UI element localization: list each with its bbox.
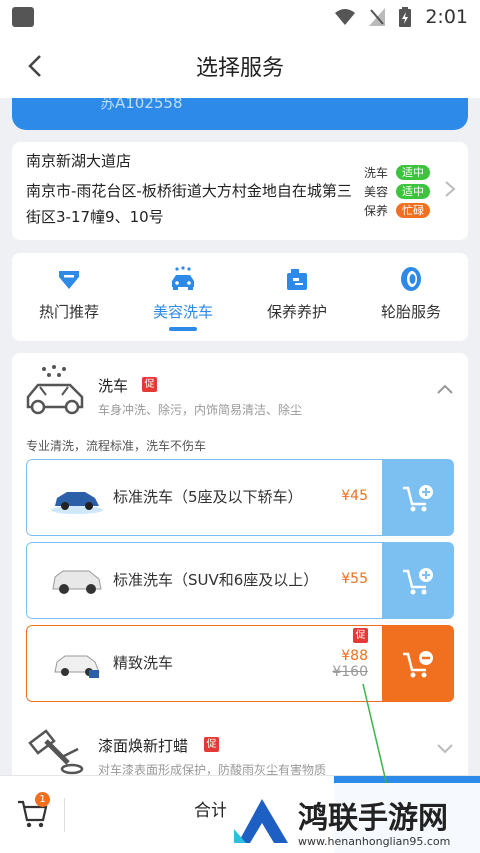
remove-from-cart-button[interactable] xyxy=(382,625,454,702)
service-item-body: 标准洗车（SUV和6座及以上） ¥55 xyxy=(26,542,382,619)
chevron-down-icon[interactable] xyxy=(436,743,454,755)
status-badge: 忙碌 xyxy=(396,203,430,218)
promo-badge: 促 xyxy=(204,737,219,752)
store-status-list: 洗车 适中 美容 适中 保养 忙碌 xyxy=(364,164,430,221)
divider xyxy=(64,798,65,832)
tab-active-indicator xyxy=(169,327,197,331)
cart-add-icon xyxy=(403,484,433,511)
tab-label: 美容洗车 xyxy=(152,303,213,321)
category-name: 洗车 xyxy=(98,377,129,395)
service-name: 标准洗车（5座及以下轿车） xyxy=(113,488,303,506)
tab-tire[interactable]: 轮胎服务 xyxy=(354,253,468,341)
status-label: 美容 xyxy=(364,185,389,199)
cart-count-badge: 1 xyxy=(35,792,50,807)
add-to-cart-button[interactable] xyxy=(382,459,454,536)
service-price: ¥55 xyxy=(341,571,368,587)
polisher-icon xyxy=(28,729,84,775)
status-badge: 适中 xyxy=(396,184,430,199)
service-name: 精致洗车 xyxy=(113,654,174,672)
clock: 2:01 xyxy=(425,6,468,28)
car-image xyxy=(54,655,100,678)
tab-hot[interactable]: 热门推荐 xyxy=(12,253,126,341)
no-signal-icon xyxy=(369,8,386,26)
total-label: 合计 xyxy=(194,801,228,821)
chevron-right-icon xyxy=(445,181,456,197)
diamond-icon xyxy=(59,271,79,289)
service-item-body: 精致洗车 促 ¥88 ¥160 xyxy=(26,625,382,702)
service-tabs: 热门推荐 美容洗车 保养养护 轮胎服务 xyxy=(12,253,468,341)
tab-maintenance[interactable]: 保养养护 xyxy=(240,253,354,341)
service-price: ¥88 xyxy=(341,648,368,664)
add-to-cart-button[interactable] xyxy=(382,542,454,619)
service-item[interactable]: 标准洗车（SUV和6座及以上） ¥55 xyxy=(26,542,454,619)
tab-label: 轮胎服务 xyxy=(380,303,441,321)
wifi-icon xyxy=(335,9,356,25)
service-panel: 洗车 促 车身冲洗、除污，内饰简易清洁、除尘 专业清洗，流程标准，洗车不伤车 标… xyxy=(12,353,468,793)
status-label: 保养 xyxy=(364,204,389,218)
status-row: 洗车 适中 xyxy=(364,164,430,181)
chevron-up-icon[interactable] xyxy=(436,383,454,395)
watermark-url: www.henanhonglian95.com xyxy=(298,835,451,848)
car-wash-outline-icon xyxy=(26,365,84,415)
page-title: 选择服务 xyxy=(195,56,284,81)
category-car-wash[interactable]: 洗车 促 车身冲洗、除污，内饰简易清洁、除尘 xyxy=(12,353,468,431)
back-icon[interactable] xyxy=(22,52,50,80)
service-item[interactable]: 标准洗车（5座及以下轿车） ¥45 xyxy=(26,459,454,536)
watermark: 鸿联手游网 www.henanhonglian95.com xyxy=(226,783,480,853)
service-old-price: ¥160 xyxy=(332,664,368,680)
tab-label: 热门推荐 xyxy=(38,303,99,321)
category-desc: 车身冲洗、除污，内饰简易清洁、除尘 xyxy=(98,403,303,417)
watermark-logo xyxy=(234,799,288,843)
cart-remove-icon xyxy=(403,650,433,677)
tab-beauty-wash[interactable]: 美容洗车 xyxy=(126,253,240,341)
promo-badge: 促 xyxy=(142,377,157,392)
vehicle-plate: 苏A102558 xyxy=(100,98,183,112)
store-card[interactable]: 南京新湖大道店 南京市-雨花台区-板桥街道大方村金地自在城第三街区3-17幢9、… xyxy=(12,142,468,240)
service-price: ¥45 xyxy=(341,488,368,504)
service-item-body: 标准洗车（5座及以下轿车） ¥45 xyxy=(26,459,382,536)
tire-icon xyxy=(401,267,421,291)
car-image xyxy=(52,570,102,594)
cart-add-icon xyxy=(403,567,433,594)
car-image xyxy=(51,492,103,514)
status-label: 洗车 xyxy=(364,166,389,180)
store-address: 南京市-雨花台区-板桥街道大方村金地自在城第三街区3-17幢9、10号 xyxy=(26,182,352,226)
battery-icon xyxy=(399,7,412,27)
watermark-title: 鸿联手游网 xyxy=(298,801,448,836)
status-bar: 2:01 xyxy=(0,0,480,34)
category-name: 漆面焕新打蜡 xyxy=(98,737,189,755)
tab-label: 保养养护 xyxy=(266,303,327,321)
oil-can-icon xyxy=(287,269,307,290)
promo-badge: 促 xyxy=(353,628,368,643)
vehicle-card[interactable]: 苏A102558 xyxy=(12,98,468,130)
status-badge: 适中 xyxy=(396,165,430,180)
notification-icon xyxy=(12,7,34,27)
service-item-selected[interactable]: 精致洗车 促 ¥88 ¥160 xyxy=(26,625,454,702)
nav-bar: 选择服务 xyxy=(0,34,480,98)
category-hint: 专业清洗，流程标准，洗车不伤车 xyxy=(26,439,207,453)
car-wash-icon xyxy=(172,266,194,290)
status-row: 保养 忙碌 xyxy=(364,202,430,219)
service-name: 标准洗车（SUV和6座及以上） xyxy=(113,571,319,589)
status-row: 美容 适中 xyxy=(364,183,430,200)
